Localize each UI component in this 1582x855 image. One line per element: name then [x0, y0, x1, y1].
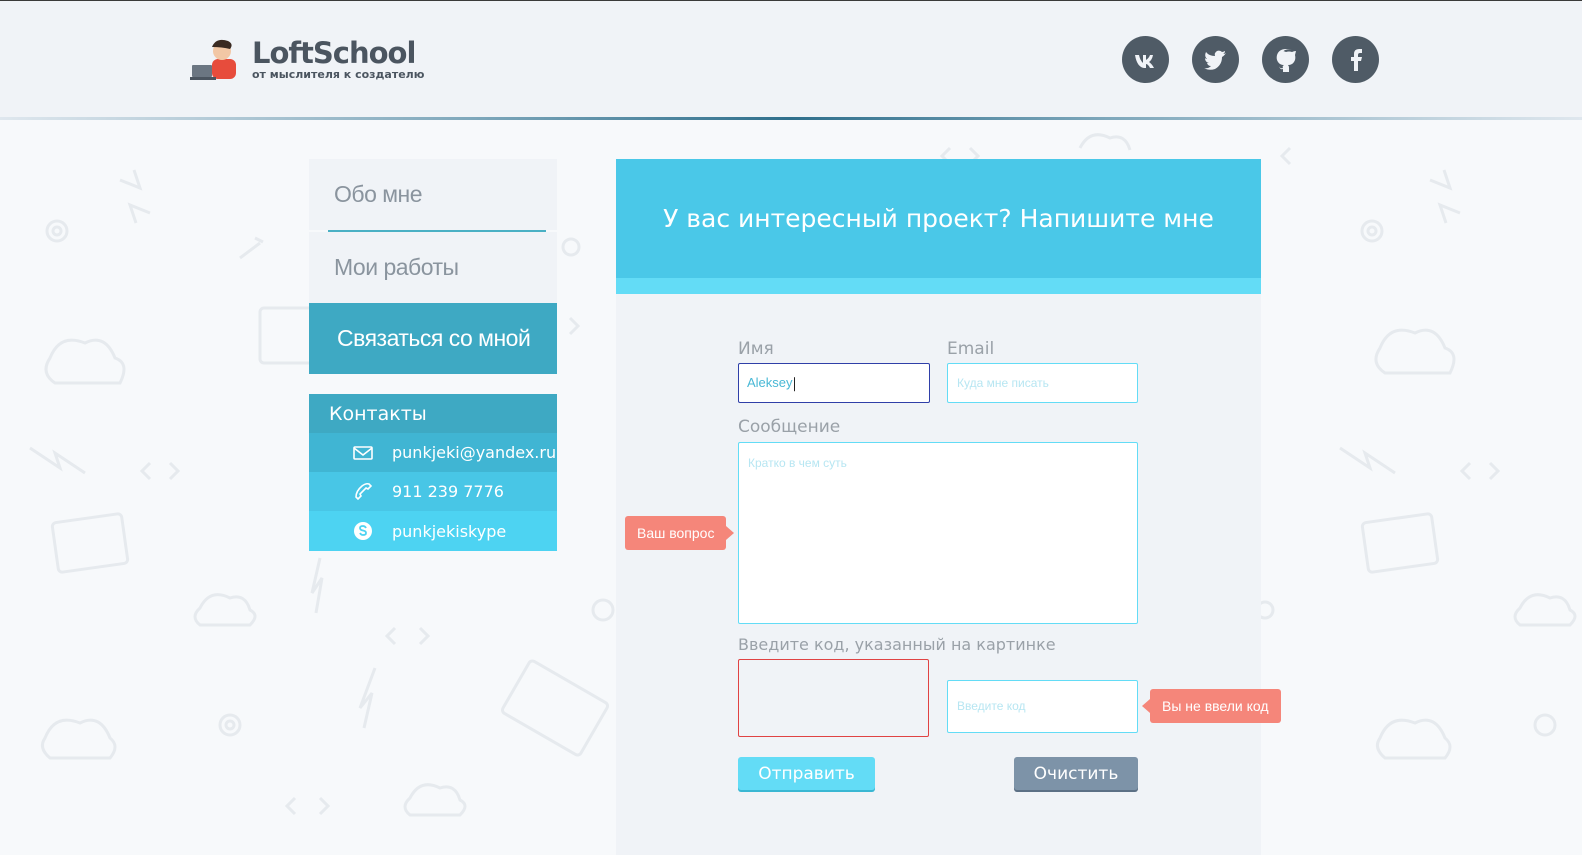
mail-icon: [351, 441, 375, 465]
contact-skype-text: punkjekiskype: [392, 521, 507, 541]
clear-button[interactable]: Очистить: [1014, 757, 1138, 790]
logo-avatar-icon: [190, 39, 236, 80]
email-label: Email: [947, 339, 995, 359]
logo-tagline: от мыслителя к создателю: [252, 67, 425, 81]
text-caret: [793, 376, 795, 391]
contact-email[interactable]: punkjeki@yandex.ru: [309, 433, 557, 472]
contact-skype[interactable]: punkjekiskype: [309, 511, 557, 551]
contact-email-text: punkjeki@yandex.ru: [392, 443, 557, 462]
vk-icon: [1134, 54, 1154, 68]
twitter-icon: [1203, 50, 1226, 70]
contact-phone[interactable]: 911 239 7776: [309, 472, 557, 511]
tooltip-code-error: Вы не ввели код: [1150, 689, 1281, 723]
message-placeholder: Кратко в чем суть: [748, 456, 847, 470]
skype-icon: [351, 519, 375, 543]
logo-name: LoftSchool: [252, 35, 416, 70]
form-title-stripe: [616, 278, 1261, 294]
message-textarea[interactable]: Кратко в чем суть: [738, 442, 1138, 624]
side-menu: Обо мне Мои работы Связаться со мной: [309, 159, 557, 374]
twitter-link[interactable]: [1192, 36, 1239, 83]
name-input[interactable]: Aleksey: [738, 363, 930, 403]
menu-item-contact[interactable]: Связаться со мной: [309, 303, 557, 374]
site-header: LoftSchool от мыслителя к создателю: [0, 0, 1582, 120]
tooltip-question: Ваш вопрос: [625, 516, 727, 550]
form-title: У вас интересный проект? Напишите мне: [616, 159, 1261, 278]
captcha-image: [738, 659, 929, 737]
github-link[interactable]: [1262, 36, 1309, 83]
facebook-icon: [1350, 48, 1362, 71]
email-input[interactable]: Куда мне писать: [947, 363, 1138, 403]
email-placeholder: Куда мне писать: [957, 376, 1049, 390]
facebook-link[interactable]: [1332, 36, 1379, 83]
name-input-value: Aleksey: [747, 375, 793, 391]
menu-item-about[interactable]: Обо мне: [309, 159, 557, 230]
code-placeholder: Введите код: [957, 699, 1026, 713]
vk-link[interactable]: [1122, 36, 1169, 83]
phone-icon: [351, 480, 375, 504]
captcha-label: Введите код, указанный на картинке: [738, 635, 1056, 654]
message-label: Сообщение: [738, 417, 841, 437]
menu-item-works[interactable]: Мои работы: [309, 232, 557, 303]
send-button[interactable]: Отправить: [738, 757, 875, 790]
contacts-title: Контакты: [309, 394, 557, 433]
github-icon: [1276, 48, 1296, 72]
name-label: Имя: [738, 339, 774, 359]
captcha-code-input[interactable]: Введите код: [947, 680, 1138, 733]
header-divider: [0, 117, 1582, 120]
contact-phone-text: 911 239 7776: [392, 482, 504, 501]
contacts-block: Контакты punkjeki@yandex.ru 911 239 7776…: [309, 394, 557, 551]
logo[interactable]: LoftSchool от мыслителя к создателю: [190, 37, 424, 81]
social-links: [1122, 36, 1379, 83]
